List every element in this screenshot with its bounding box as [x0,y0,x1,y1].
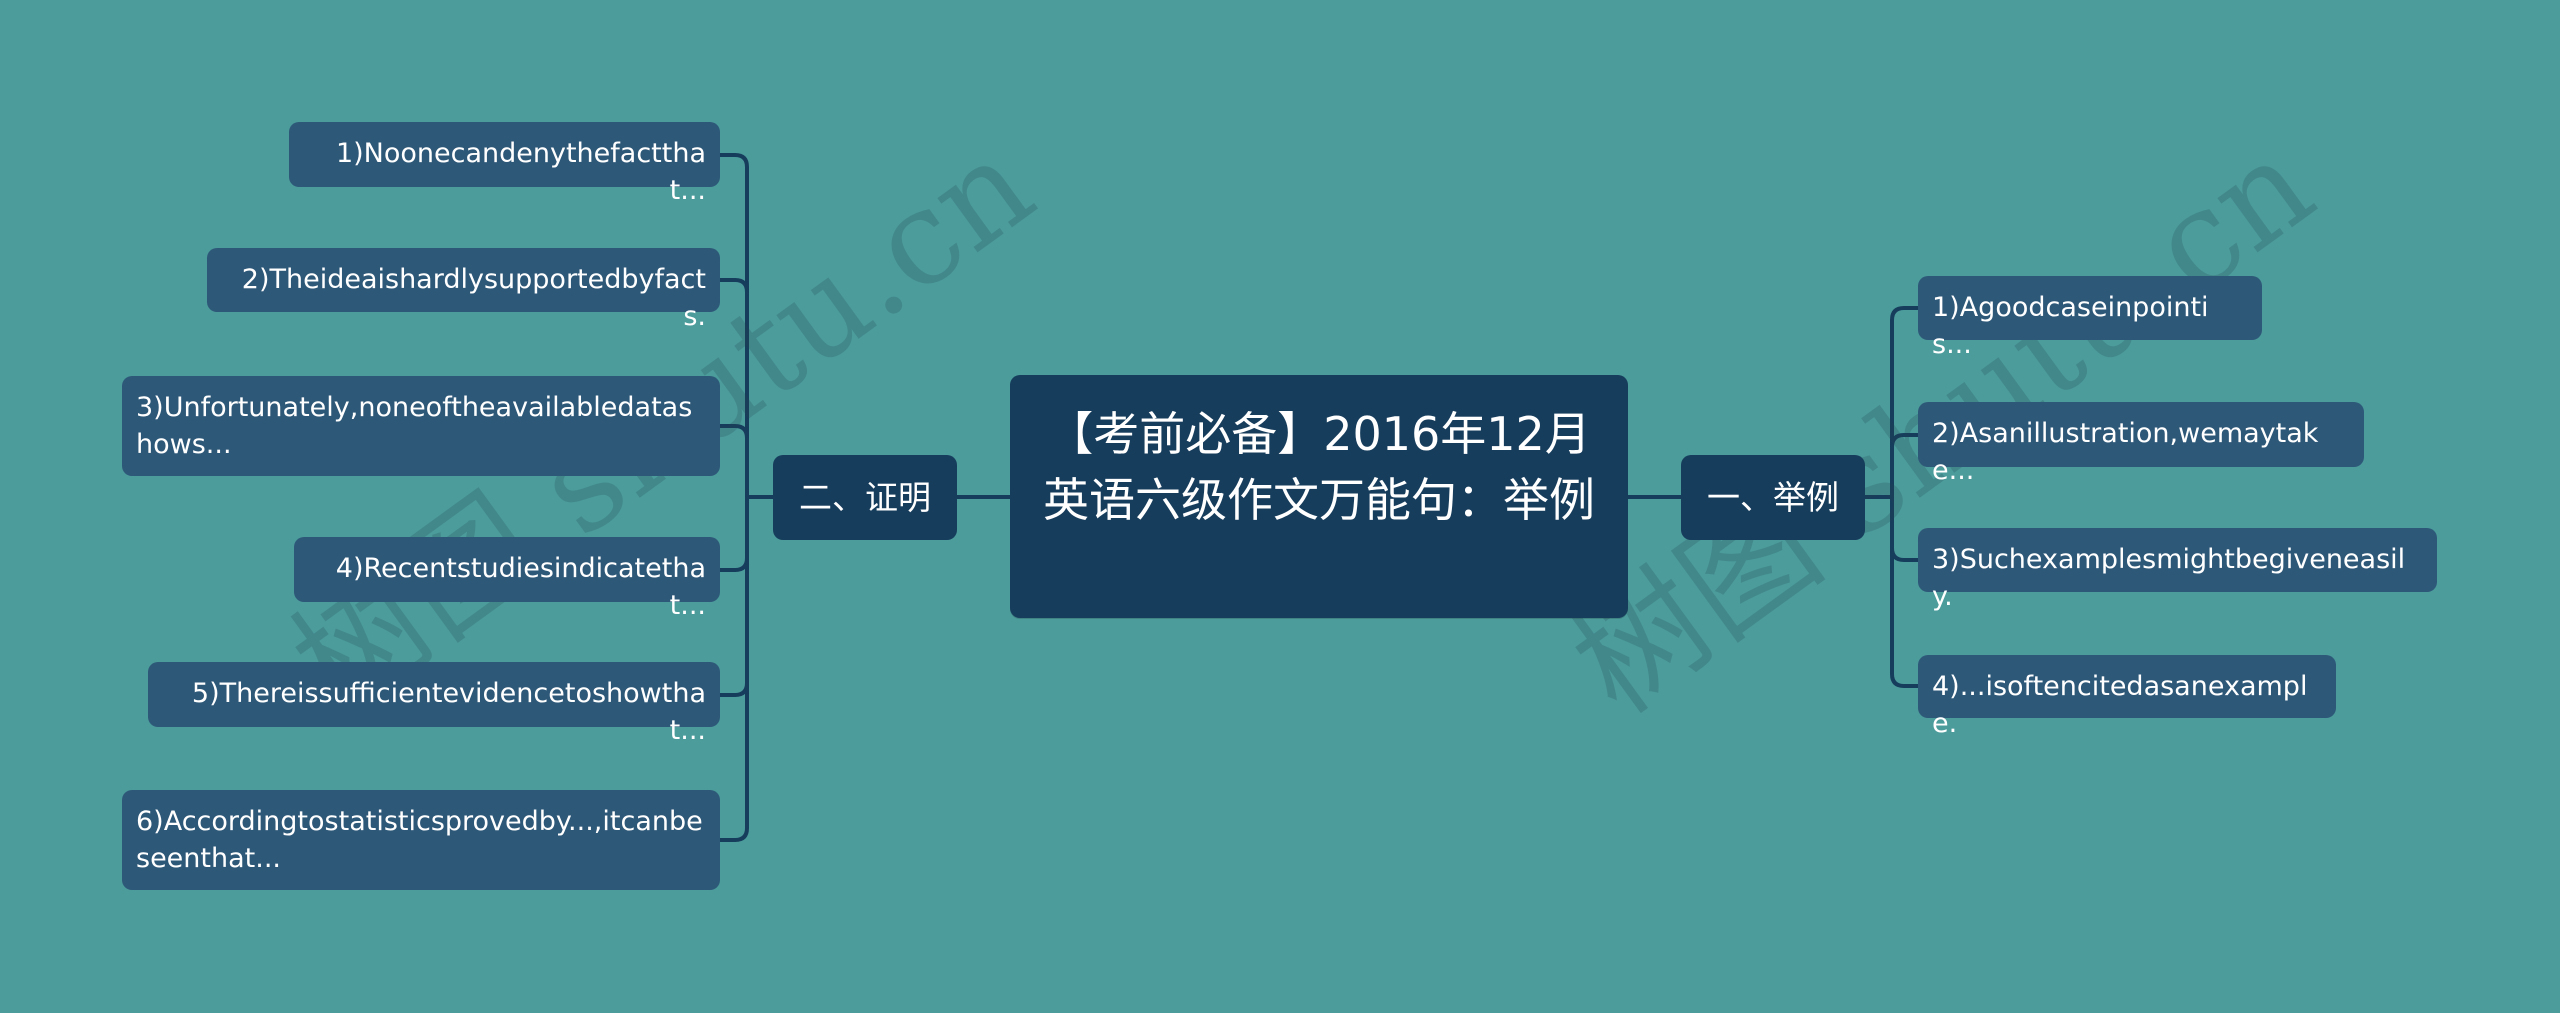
connector-left-leaf-2 [720,278,749,293]
branch-topic-examples[interactable]: 一、举例 [1681,455,1865,540]
branch-topic-label: 一、举例 [1707,478,1839,517]
leaf-topic[interactable]: 5)Thereissufficientevidencetoshowthat... [148,662,720,746]
leaf-topic-label: 6)Accordingtostatisticsprovedby...,itcan… [136,806,703,874]
leaf-topic[interactable]: 4)...isoftencitedasanexample. [1918,655,2336,739]
connector-left-leaf-3 [720,424,749,439]
connector-right-leaf-2 [1890,433,1918,448]
connector-left-leaf-1 [720,153,749,828]
leaf-topic[interactable]: 2)Theideaishardlysupportedbyfacts. [207,248,720,332]
connector-right-leaf-1 [1890,306,1918,688]
leaf-topic[interactable]: 1)Noonecandenythefactthat... [289,122,720,206]
connector-right-leaf-3 [1890,547,1918,562]
connector-left-leaf-6 [720,827,749,842]
mind-map-canvas: 树图 shutu.cn 树图 shutu.cn 【考前必备】2016年12月英语… [0,0,2560,1013]
root-topic[interactable]: 【考前必备】2016年12月英语六级作文万能句：举例 [1010,375,1628,618]
leaf-topic[interactable]: 4)Recentstudiesindicatethat... [294,537,720,621]
branch-topic-label: 二、证明 [799,478,931,517]
connector-left-leaf-4 [720,557,749,572]
leaf-topic[interactable]: 2)Asanillustration,wemaytake... [1918,402,2364,486]
leaf-topic[interactable]: 3)Unfortunately,noneoftheavailabledatash… [122,376,720,476]
leaf-topic[interactable]: 6)Accordingtostatisticsprovedby...,itcan… [122,790,720,890]
leaf-topic-label: 3)Unfortunately,noneoftheavailabledatash… [136,392,693,460]
branch-topic-proof[interactable]: 二、证明 [773,455,957,540]
connector-left-leaf-5 [720,682,749,697]
leaf-topic[interactable]: 1)Agoodcaseinpointis... [1918,276,2262,360]
root-topic-label: 【考前必备】2016年12月英语六级作文万能句：举例 [1043,407,1595,527]
leaf-topic[interactable]: 3)Suchexamplesmightbegiveneasily. [1918,528,2437,612]
